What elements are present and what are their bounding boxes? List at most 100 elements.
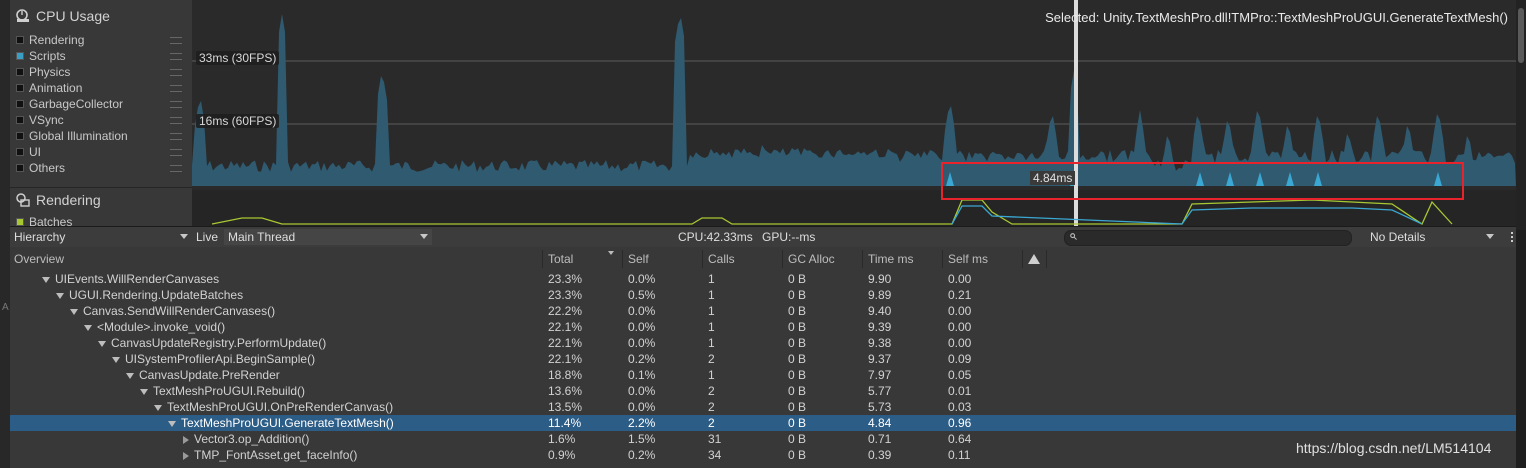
rendering-module[interactable]: Rendering — [16, 192, 101, 208]
drag-handle-icon[interactable] — [170, 133, 182, 140]
cell-calls: 1 — [708, 272, 715, 286]
cell-selfms: 0.96 — [948, 416, 972, 430]
details-dropdown[interactable]: No Details — [1366, 229, 1498, 245]
cell-calls: 1 — [708, 304, 715, 318]
drag-handle-icon[interactable] — [170, 37, 182, 44]
cell-time: 5.77 — [868, 384, 892, 398]
table-row[interactable]: <Module>.invoke_void() 22.1% 0.0% 1 0 B 9.39 0… — [10, 319, 1516, 335]
table-row-selected[interactable]: TextMeshProUGUI.GenerateTextMesh() 11.4% 2… — [10, 415, 1516, 431]
cell-self: 0.0% — [628, 272, 656, 286]
column-total[interactable]: Total — [548, 252, 573, 266]
expand-arrow-open-icon[interactable] — [154, 404, 162, 411]
expand-arrow-closed-icon[interactable] — [183, 435, 189, 444]
legend-item-vsync[interactable]: VSync — [16, 112, 186, 128]
drag-handle-icon[interactable] — [170, 117, 182, 124]
vertical-scrollbar[interactable] — [1516, 0, 1526, 230]
legend-swatch — [16, 116, 24, 124]
legend-item-ui[interactable]: UI — [16, 144, 186, 160]
cell-self: 0.2% — [628, 352, 656, 366]
cell-time: 0.71 — [868, 432, 892, 446]
legend-label: Scripts — [29, 49, 66, 63]
cell-time: 9.38 — [868, 336, 892, 350]
row-name: Vector3.op_Addition() — [182, 431, 309, 447]
cell-selfms: 0.21 — [948, 288, 972, 302]
legend-label: VSync — [29, 113, 64, 127]
search-input[interactable] — [1064, 230, 1352, 246]
cell-calls: 1 — [708, 320, 715, 334]
cell-selfms: 0.11 — [948, 448, 971, 462]
expand-arrow-open-icon[interactable] — [56, 292, 64, 299]
legend-label: Rendering — [29, 33, 85, 47]
column-overview[interactable]: Overview — [14, 252, 64, 266]
drag-handle-icon[interactable] — [170, 69, 182, 76]
cell-time: 5.73 — [868, 400, 892, 414]
legend-item-garbagecollector[interactable]: GarbageCollector — [16, 96, 186, 112]
expand-arrow-open-icon[interactable] — [84, 324, 92, 331]
legend-item-scripts[interactable]: Scripts — [16, 48, 186, 64]
table-row[interactable]: TextMeshProUGUI.Rebuild() 13.6% 0.0% 2 0 B 5.… — [10, 383, 1516, 399]
thread-dropdown[interactable]: Main Thread — [224, 229, 432, 245]
legend-item-others[interactable]: Others — [16, 160, 186, 176]
60fps-label: 16ms (60FPS) — [196, 114, 280, 128]
kebab-menu-icon[interactable] — [1502, 229, 1518, 245]
live-label: Live — [196, 230, 219, 244]
legend-swatch — [16, 52, 24, 60]
expand-arrow-open-icon[interactable] — [112, 356, 120, 363]
expand-arrow-open-icon[interactable] — [126, 372, 134, 379]
cell-total: 23.3% — [548, 288, 583, 302]
expand-arrow-open-icon[interactable] — [70, 308, 78, 315]
cell-selfms: 0.00 — [948, 304, 972, 318]
table-row[interactable]: UGUI.Rendering.UpdateBatches 23.3% 0.5% 1 0 … — [10, 287, 1516, 303]
drag-handle-icon[interactable] — [170, 85, 182, 92]
drag-handle-icon[interactable] — [170, 53, 182, 60]
drag-handle-icon[interactable] — [170, 101, 182, 108]
column-self[interactable]: Self — [628, 252, 649, 266]
legend-item-global-illumination[interactable]: Global Illumination — [16, 128, 186, 144]
column-calls[interactable]: Calls — [708, 252, 735, 266]
cell-calls: 1 — [708, 336, 715, 350]
expand-arrow-closed-icon[interactable] — [183, 451, 189, 460]
row-label: CanvasUpdate.PreRender — [139, 368, 280, 382]
expand-arrow-open-icon[interactable] — [168, 420, 176, 427]
cell-time: 0.39 — [868, 448, 892, 462]
profiler-modules-panel: CPU Usage Rendering Scripts Physics Animati… — [10, 0, 193, 229]
legend-item-animation[interactable]: Animation — [16, 80, 186, 96]
cell-calls: 2 — [708, 416, 715, 430]
warning-column-icon[interactable] — [1028, 254, 1040, 264]
table-row[interactable]: TextMeshProUGUI.OnPreRenderCanvas() 13.5%… — [10, 399, 1516, 415]
live-toggle[interactable]: Live — [192, 229, 226, 245]
column-self-ms[interactable]: Self ms — [948, 252, 988, 266]
table-row[interactable]: Vector3.op_Addition() 1.6% 1.5% 31 0 B 0.71 0.… — [10, 431, 1516, 447]
drag-handle-icon[interactable] — [170, 165, 182, 172]
cell-calls: 2 — [708, 352, 715, 366]
cell-time: 9.89 — [868, 288, 892, 302]
legend-item-rendering[interactable]: Rendering — [16, 32, 186, 48]
row-name: TextMeshProUGUI.Rebuild() — [140, 383, 305, 399]
cell-time: 9.39 — [868, 320, 892, 334]
view-dropdown[interactable]: Hierarchy — [10, 229, 192, 245]
scrollbar-thumb[interactable] — [1518, 8, 1524, 63]
legend-swatch — [16, 68, 24, 76]
drag-handle-icon[interactable] — [170, 149, 182, 156]
expand-arrow-open-icon[interactable] — [98, 340, 106, 347]
table-row[interactable]: CanvasUpdateRegistry.PerformUpdate() 22.1… — [10, 335, 1516, 351]
expand-arrow-open-icon[interactable] — [140, 388, 148, 395]
cell-gc: 0 B — [788, 448, 807, 462]
legend-item-physics[interactable]: Physics — [16, 64, 186, 80]
cell-gc: 0 B — [788, 432, 807, 446]
table-row[interactable]: Canvas.SendWillRenderCanvases() 22.2% 0.0%… — [10, 303, 1516, 319]
column-time-ms[interactable]: Time ms — [868, 252, 914, 266]
table-row[interactable]: TMP_FontAsset.get_faceInfo() 0.9% 0.2% 34 0 … — [10, 447, 1516, 463]
column-gc-alloc[interactable]: GC Alloc — [788, 252, 835, 266]
marker-value-label: 4.84ms — [1030, 171, 1076, 185]
table-row[interactable]: UIEvents.WillRenderCanvases 23.3% 0.0% 1 0 B… — [10, 271, 1516, 287]
cell-total: 11.4% — [548, 416, 582, 430]
cpu-usage-title: CPU Usage — [36, 8, 110, 24]
expand-arrow-open-icon[interactable] — [42, 276, 50, 283]
cell-gc: 0 B — [788, 384, 807, 398]
table-row[interactable]: CanvasUpdate.PreRender 18.8% 0.1% 1 0 B 7.97 0… — [10, 367, 1516, 383]
cell-self: 0.2% — [628, 448, 656, 462]
cpu-usage-module[interactable]: CPU Usage — [16, 8, 110, 24]
cell-total: 22.1% — [548, 352, 583, 366]
table-row[interactable]: UISystemProfilerApi.BeginSample() 22.1% 0.… — [10, 351, 1516, 367]
